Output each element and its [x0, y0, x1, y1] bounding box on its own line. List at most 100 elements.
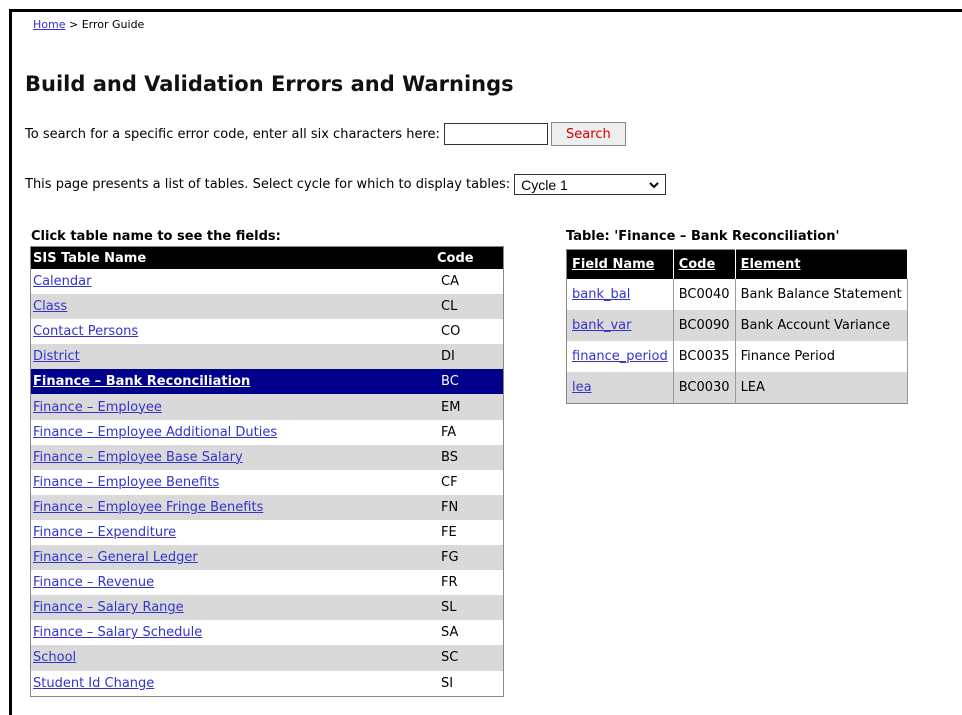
table-name-link[interactable]: Finance – Employee — [33, 400, 162, 415]
table-row: Class CL — [30, 294, 504, 320]
table-row: Calendar CA — [30, 269, 504, 295]
breadcrumb-current: Error Guide — [81, 18, 145, 31]
field-code-cell: BC0090 — [673, 310, 736, 341]
table-name-cell: Calendar — [30, 269, 435, 295]
column-header-field-name: Field Name — [566, 249, 674, 279]
table-name-cell: Finance – Employee Fringe Benefits — [30, 494, 435, 520]
breadcrumb: Home > Error Guide — [33, 18, 144, 31]
table-name-link[interactable]: Finance – Employee Benefits — [33, 475, 219, 490]
field-code-cell: BC0040 — [673, 279, 736, 310]
column-header-field-code: Code — [673, 249, 736, 279]
table-name-cell: Finance – General Ledger — [30, 545, 435, 571]
sort-code-link[interactable]: Code — [679, 257, 716, 272]
table-row: Finance – Employee Fringe Benefits FN — [30, 494, 504, 520]
table-row: Finance – Expenditure FE — [30, 519, 504, 546]
column-header-code: Code — [435, 246, 504, 269]
table-name-cell: District — [30, 344, 435, 370]
table-code-cell: FA — [435, 419, 504, 445]
table-row: Finance – Salary Schedule SA — [30, 620, 504, 646]
table-row: Finance – Employee Benefits CF — [30, 469, 504, 495]
table-code-cell: CL — [435, 294, 504, 320]
table-row: Finance – General Ledger FG — [30, 545, 504, 571]
table-name-link[interactable]: Calendar — [33, 274, 91, 289]
cycle-label: This page presents a list of tables. Sel… — [25, 177, 511, 192]
table-name-cell: Contact Persons — [30, 319, 435, 345]
table-name-cell: Finance – Expenditure — [30, 519, 435, 546]
table-name-link[interactable]: Finance – Employee Additional Duties — [33, 425, 277, 440]
table-row: District DI — [30, 344, 504, 370]
table-name-cell: Student Id Change — [30, 670, 435, 697]
table-row: Finance – Employee EM — [30, 394, 504, 420]
table-name-link[interactable]: Finance – Salary Range — [33, 600, 184, 615]
page-title: Build and Validation Errors and Warnings — [25, 72, 514, 96]
field-code-cell: BC0035 — [673, 341, 736, 372]
table-code-cell: DI — [435, 344, 504, 370]
table-name-link[interactable]: Finance – Employee Base Salary — [33, 450, 243, 465]
table-code-cell: SI — [435, 670, 504, 697]
table-name-cell: Finance – Employee Additional Duties — [30, 419, 435, 445]
table-name-link[interactable]: Finance – General Ledger — [33, 550, 198, 565]
left-table-caption: Click table name to see the fields: — [31, 229, 281, 244]
table-name-link[interactable]: Student Id Change — [33, 676, 154, 691]
table-name-link[interactable]: Finance – Bank Reconciliation — [33, 374, 250, 389]
table-row: finance_period BC0035 Finance Period — [566, 341, 908, 372]
field-name-cell: finance_period — [566, 341, 674, 372]
table-name-cell: School — [30, 645, 435, 671]
search-button[interactable]: Search — [550, 122, 626, 146]
field-name-link[interactable]: bank_var — [572, 318, 632, 333]
table-code-cell: BC — [435, 369, 504, 395]
table-name-link[interactable]: Finance – Revenue — [33, 575, 154, 590]
cycle-select[interactable]: Cycle 1 — [514, 174, 667, 195]
field-name-link[interactable]: finance_period — [572, 349, 668, 364]
table-code-cell: SA — [435, 620, 504, 646]
column-header-table-name: SIS Table Name — [30, 246, 435, 269]
chevron-down-icon — [649, 181, 659, 188]
field-element-cell: LEA — [735, 372, 908, 404]
table-name-cell: Finance – Revenue — [30, 570, 435, 596]
table-name-link[interactable]: Class — [33, 299, 67, 314]
field-code-cell: BC0030 — [673, 372, 736, 404]
table-row: Finance – Revenue FR — [30, 570, 504, 596]
search-label: To search for a specific error code, ent… — [25, 126, 440, 142]
breadcrumb-home-link[interactable]: Home — [33, 18, 65, 31]
table-name-cell: Finance – Bank Reconciliation — [30, 369, 435, 395]
table-name-cell: Finance – Employee Benefits — [30, 469, 435, 495]
table-row: School SC — [30, 645, 504, 671]
field-name-link[interactable]: lea — [572, 380, 592, 395]
table-code-cell: BS — [435, 444, 504, 470]
table-name-cell: Finance – Employee — [30, 394, 435, 420]
cycle-row: This page presents a list of tables. Sel… — [25, 174, 667, 195]
table-row: Finance – Employee Additional Duties FA — [30, 419, 504, 445]
field-name-link[interactable]: bank_bal — [572, 287, 630, 302]
table-name-link[interactable]: Finance – Employee Fringe Benefits — [33, 500, 263, 515]
right-table-caption: Table: 'Finance – Bank Reconciliation' — [566, 229, 840, 244]
search-input[interactable] — [443, 123, 548, 145]
table-code-cell: EM — [435, 394, 504, 420]
right-table-header-row: Field Name Code Element — [566, 249, 908, 279]
table-code-cell: FR — [435, 570, 504, 596]
table-name-cell: Class — [30, 294, 435, 320]
table-row: Finance – Employee Base Salary BS — [30, 444, 504, 470]
field-name-cell: bank_var — [566, 310, 674, 341]
sis-table-list: SIS Table Name Code Calendar CA Class CL Con… — [30, 246, 504, 697]
table-code-cell: SL — [435, 595, 504, 621]
search-row: To search for a specific error code, ent… — [25, 122, 626, 146]
table-name-link[interactable]: Contact Persons — [33, 324, 138, 339]
column-header-element: Element — [735, 249, 908, 279]
table-code-cell: CA — [435, 269, 504, 295]
table-code-cell: SC — [435, 645, 504, 671]
table-name-link[interactable]: Finance – Expenditure — [33, 525, 176, 540]
table-row: Finance – Bank Reconciliation BC — [30, 369, 504, 395]
table-code-cell: FG — [435, 545, 504, 571]
sort-element-link[interactable]: Element — [741, 257, 801, 272]
table-row: bank_bal BC0040 Bank Balance Statement — [566, 279, 908, 310]
field-element-cell: Bank Account Variance — [735, 310, 908, 341]
table-row: bank_var BC0090 Bank Account Variance — [566, 310, 908, 341]
table-name-link[interactable]: District — [33, 349, 80, 364]
table-row: Contact Persons CO — [30, 319, 504, 345]
breadcrumb-separator: > — [65, 18, 82, 31]
sort-field-name-link[interactable]: Field Name — [572, 257, 654, 272]
table-name-link[interactable]: Finance – Salary Schedule — [33, 625, 202, 640]
table-code-cell: CO — [435, 319, 504, 345]
table-name-link[interactable]: School — [33, 650, 76, 665]
